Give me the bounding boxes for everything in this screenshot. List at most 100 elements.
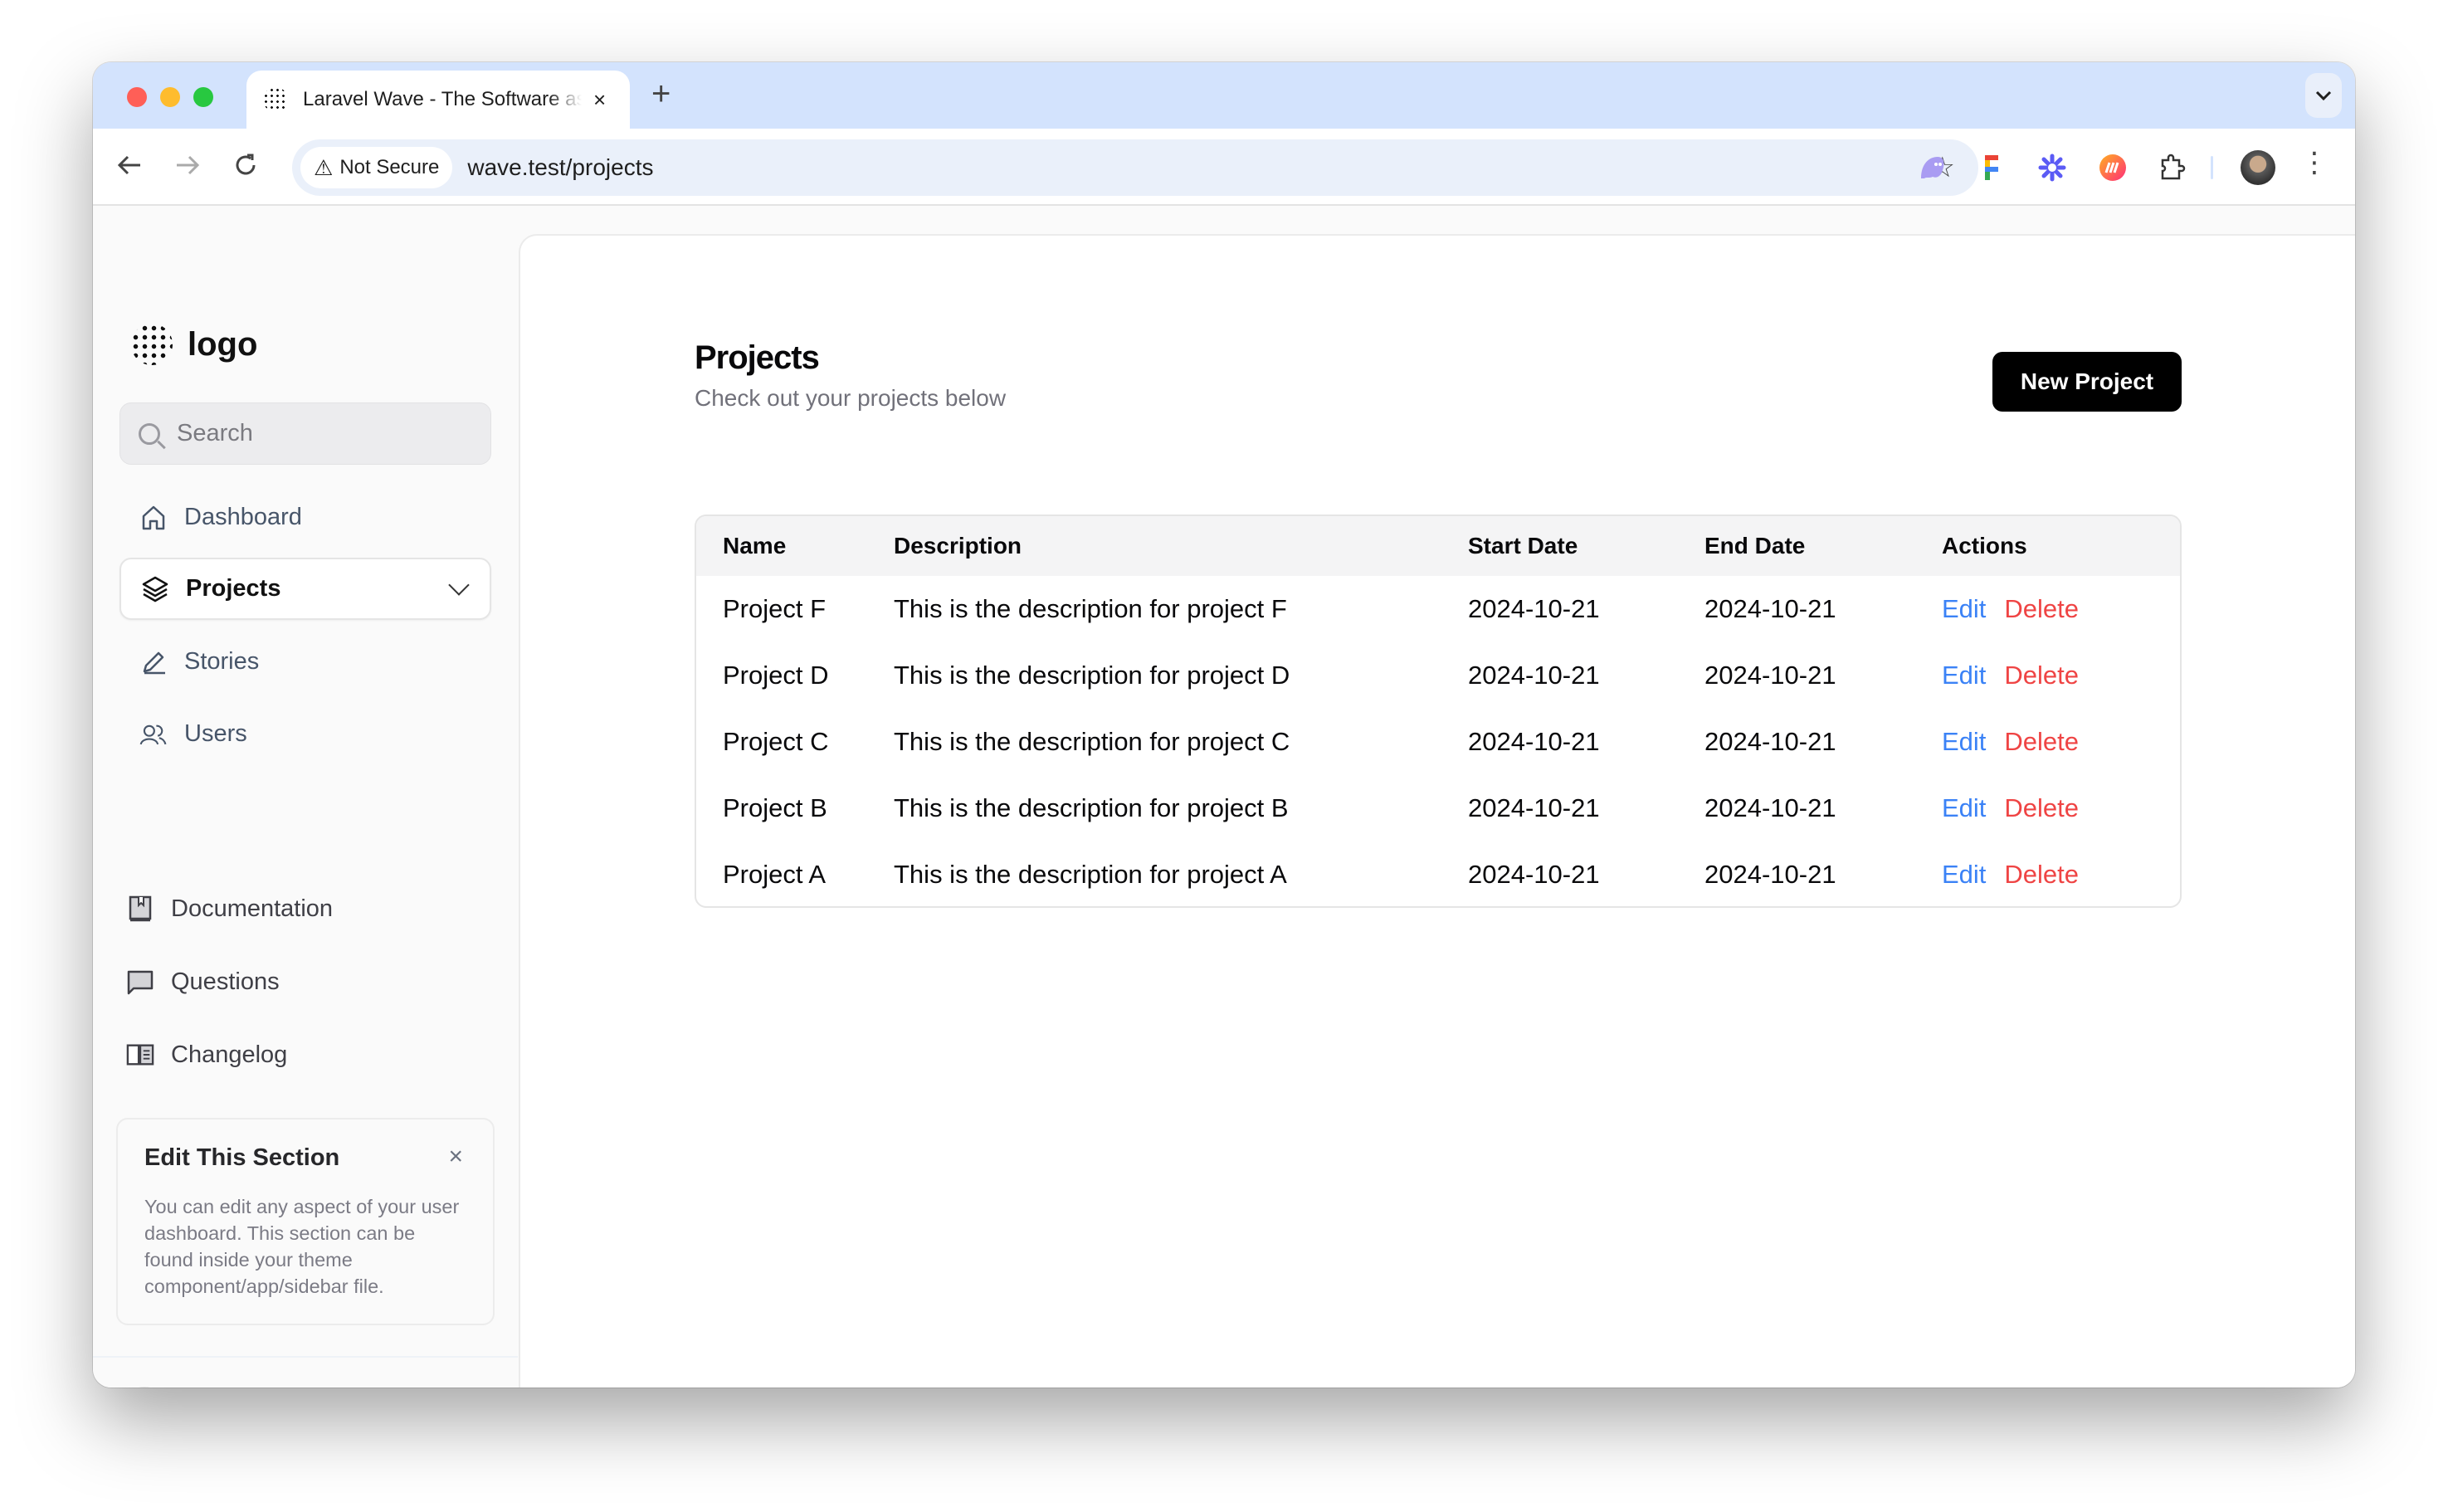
address-bar[interactable]: ⚠ Not Secure wave.test/projects ☆: [292, 139, 1978, 196]
cell-name: Project B: [723, 793, 827, 822]
maximize-window-button[interactable]: [193, 87, 213, 107]
table-row: Project C This is the description for pro…: [696, 709, 2180, 775]
table-row: Project D This is the description for pro…: [696, 642, 2180, 709]
browser-tab[interactable]: Laravel Wave - The Software as a Service…: [246, 71, 630, 129]
edit-link[interactable]: Edit: [1942, 594, 1986, 623]
sidebar-item-label: Projects: [186, 575, 281, 602]
delete-link[interactable]: Delete: [2004, 727, 2079, 756]
close-window-button[interactable]: [127, 87, 147, 107]
cell-actions: Edit Delete: [1942, 642, 2180, 709]
sidebar-item-questions[interactable]: Questions: [110, 957, 491, 1007]
cell-end-date: 2024-10-21: [1704, 594, 1836, 623]
sidebar-item-stories[interactable]: Stories: [119, 631, 491, 693]
new-project-button[interactable]: New Project: [1992, 352, 2182, 412]
delete-link[interactable]: Delete: [2004, 793, 2079, 822]
cell-actions: Edit Delete: [1942, 775, 2180, 841]
edit-link[interactable]: Edit: [1942, 793, 1986, 822]
table-row: Project A This is the description for pro…: [696, 841, 2180, 906]
edit-section-card: Edit This Section × You can edit any asp…: [116, 1118, 495, 1325]
wave-favicon-icon: [263, 87, 288, 112]
sidebar-item-label: Users: [184, 720, 247, 747]
new-tab-button[interactable]: +: [651, 77, 671, 110]
cell-start-date: 2024-10-21: [1468, 793, 1600, 822]
pencil-icon: [139, 648, 168, 676]
user-menu[interactable]: Wave Admin: [124, 1382, 490, 1388]
cell-start-date: 2024-10-21: [1468, 661, 1600, 690]
f-extension-icon[interactable]: [1977, 153, 2007, 183]
edit-link[interactable]: Edit: [1942, 727, 1986, 756]
arrow-right-icon: [177, 155, 200, 175]
sidebar-item-label: Changelog: [171, 1041, 288, 1068]
extensions-puzzle-icon[interactable]: [2158, 153, 2187, 183]
sidebar-item-label: Documentation: [171, 895, 334, 922]
avatar: [124, 1387, 164, 1388]
book-icon: [126, 895, 154, 923]
column-header-start-date: Start Date: [1468, 533, 1578, 558]
column-header-actions: Actions: [1942, 533, 2027, 558]
asterisk-extension-icon[interactable]: [2037, 153, 2067, 183]
cell-actions: Edit Delete: [1942, 841, 2180, 906]
sidebar-item-label: Questions: [171, 968, 280, 995]
chevron-down-icon: [2315, 90, 2332, 100]
sidebar-item-changelog[interactable]: Changelog: [110, 1030, 491, 1080]
search-placeholder: Search: [177, 420, 253, 446]
url-text[interactable]: wave.test/projects: [467, 154, 653, 181]
delete-link[interactable]: Delete: [2004, 860, 2079, 889]
table-header-row: Name Description Start Date End Date Act…: [696, 516, 2180, 576]
arrow-left-icon: [117, 155, 140, 175]
back-button[interactable]: [113, 149, 146, 182]
layers-icon: [141, 575, 169, 603]
column-header-end-date: End Date: [1704, 533, 1806, 558]
profile-avatar[interactable]: [2241, 150, 2275, 185]
edit-link[interactable]: Edit: [1942, 661, 1986, 690]
delete-link[interactable]: Delete: [2004, 594, 2079, 623]
table-row: Project B This is the description for pro…: [696, 775, 2180, 841]
ghost-extension-icon[interactable]: [1917, 153, 1947, 183]
cell-actions: Edit Delete: [1942, 576, 2180, 642]
cell-description: This is the description for project F: [894, 594, 1287, 623]
sidebar-item-label: Stories: [184, 648, 260, 675]
cell-start-date: 2024-10-21: [1468, 727, 1600, 756]
tab-title: Laravel Wave - The Software as a Service…: [303, 88, 582, 110]
logo-text: logo: [188, 325, 258, 363]
sidebar-item-documentation[interactable]: Documentation: [110, 884, 491, 934]
security-chip[interactable]: ⚠ Not Secure: [300, 147, 453, 188]
sidebar-item-projects[interactable]: Projects: [119, 558, 491, 620]
chat-icon: [126, 968, 154, 996]
forward-button[interactable]: [171, 149, 204, 182]
cell-name: Project C: [723, 727, 829, 756]
card-title: Edit This Section: [144, 1144, 340, 1171]
browser-window: Laravel Wave - The Software as a Service…: [93, 62, 2355, 1388]
delete-link[interactable]: Delete: [2004, 661, 2079, 690]
sidebar-search[interactable]: Search: [119, 402, 491, 465]
close-icon[interactable]: ×: [448, 1143, 463, 1171]
tab-close-icon[interactable]: ×: [593, 87, 606, 113]
tab-search-button[interactable]: [2305, 73, 2342, 118]
cell-name: Project D: [723, 661, 829, 690]
reload-button[interactable]: [229, 149, 262, 182]
cell-end-date: 2024-10-21: [1704, 793, 1836, 822]
sidebar-item-dashboard[interactable]: Dashboard: [119, 486, 491, 549]
cell-name: Project F: [723, 594, 827, 623]
browser-toolbar: ⚠ Not Secure wave.test/projects ☆ ⋮: [93, 129, 2355, 206]
cell-description: This is the description for project B: [894, 793, 1289, 822]
m-extension-icon[interactable]: [2098, 153, 2128, 183]
table-row: Project F This is the description for pro…: [696, 576, 2180, 642]
edit-link[interactable]: Edit: [1942, 860, 1986, 889]
main-content: Projects Check out your projects below N…: [519, 234, 2355, 1388]
users-icon: [139, 720, 168, 749]
warning-icon: ⚠: [314, 154, 334, 180]
browser-menu-icon[interactable]: ⋮: [2300, 149, 2329, 177]
open-book-icon: [126, 1041, 154, 1069]
cell-end-date: 2024-10-21: [1704, 860, 1836, 889]
page-title: Projects: [695, 339, 820, 376]
column-header-description: Description: [894, 533, 1022, 558]
logo[interactable]: logo: [131, 324, 257, 365]
sidebar-item-users[interactable]: Users: [119, 703, 491, 765]
minimize-window-button[interactable]: [160, 87, 180, 107]
toolbar-separator: [2211, 156, 2213, 179]
column-header-name: Name: [723, 533, 787, 558]
chevron-down-icon[interactable]: [448, 574, 470, 596]
sidebar: logo Search Dashboard Projects Stories U…: [93, 207, 519, 1388]
cell-name: Project A: [723, 860, 827, 889]
